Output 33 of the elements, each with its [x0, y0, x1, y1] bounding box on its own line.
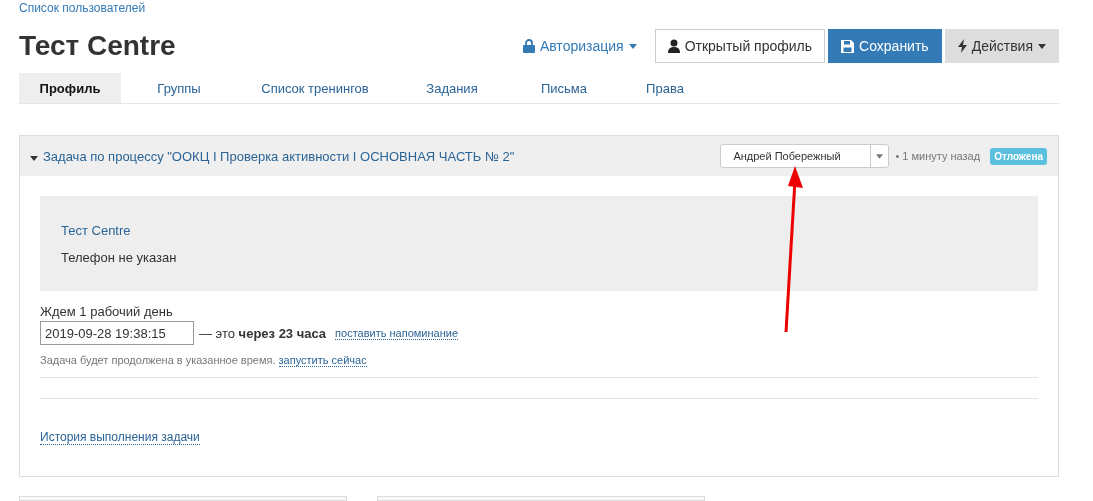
relative-time-text: — это через 23 часа — [199, 325, 327, 341]
caret-icon — [1038, 43, 1046, 49]
time-text: • 1 минуту назад — [895, 150, 981, 162]
caret-icon[interactable] — [30, 155, 38, 161]
datetime-input-field[interactable]: 2019-09-28 19:38:15 — [40, 321, 194, 345]
run-now-link[interactable]: запустить сейчас — [278, 354, 367, 367]
actions-dropdown-button[interactable]: Действия — [944, 29, 1059, 63]
save-button[interactable]: Сохранить — [828, 29, 942, 63]
tab[interactable]: Права — [617, 73, 713, 103]
authorization-dropdown[interactable]: Авторизация — [522, 38, 652, 54]
history-link[interactable]: История выполнения задачи — [40, 430, 200, 445]
tab[interactable]: Письма — [511, 73, 617, 103]
floppy-icon — [841, 39, 855, 53]
lightning-icon — [957, 39, 967, 53]
contact-name-link[interactable]: Тест Centre — [61, 222, 1017, 238]
user-icon — [667, 39, 680, 53]
phone-text: Телефон не указан — [61, 249, 178, 265]
note-text: Задача будет продолжена в указанное время. — [40, 354, 276, 366]
lock-icon — [522, 39, 535, 53]
tab[interactable]: Список тренингов — [237, 73, 393, 103]
assignee-select[interactable]: Андрей Побережный — [720, 144, 890, 168]
caret-icon — [628, 43, 637, 49]
page-title: Тест Centre — [19, 29, 177, 63]
tab[interactable]: Группы — [121, 73, 237, 103]
tab[interactable]: Профиль — [19, 73, 121, 103]
reminder-link[interactable]: поставить напоминание — [335, 326, 459, 340]
caret-icon — [876, 153, 884, 159]
task-title-link[interactable]: Задача по процессу "ООКЦ I Проверка активности I ОСНОВНАЯ ЧАСТЬ № 2" — [43, 148, 515, 164]
wait-label: Ждем 1 рабочий день — [40, 304, 174, 319]
tab[interactable]: Задания — [393, 73, 511, 103]
profile-button[interactable]: Открытый профиль — [654, 29, 826, 63]
breadcrumb-link[interactable]: Список пользователей — [19, 1, 146, 15]
status-label: Отложена — [990, 147, 1047, 165]
